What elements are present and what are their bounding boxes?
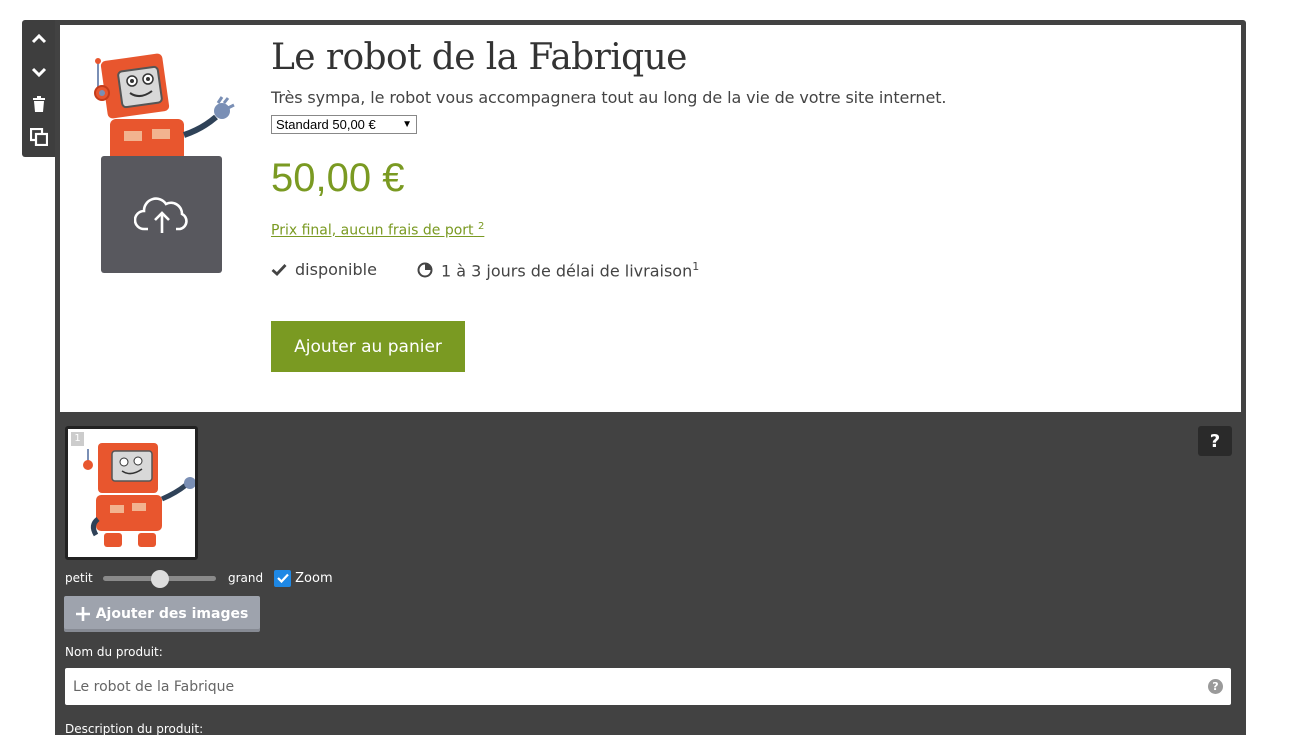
add-images-label: Ajouter des images: [95, 606, 249, 622]
image-size-slider[interactable]: [103, 568, 216, 588]
block-toolbar: [22, 20, 56, 157]
product-title: Le robot de la Fabrique: [271, 37, 687, 78]
image-thumbnail[interactable]: 1: [65, 426, 198, 560]
shipping-footnote: 2: [477, 221, 485, 232]
product-price: 50,00 €: [271, 156, 405, 200]
image-size-control: petit grand Zoom: [65, 568, 333, 588]
move-down-button[interactable]: [22, 57, 56, 87]
upload-image-overlay[interactable]: [101, 156, 222, 273]
zoom-checkbox[interactable]: [274, 569, 292, 587]
thumbnail-index-badge: 1: [71, 432, 84, 446]
checkmark-icon: [276, 573, 289, 583]
checkmark-icon: [271, 264, 287, 276]
product-name-value: Le robot de la Fabrique: [73, 678, 235, 695]
chevron-down-icon: [31, 67, 47, 78]
product-block-editor: Le robot de la Fabrique Très sympa, le r…: [55, 20, 1246, 736]
delivery-text: 1 à 3 jours de délai de livraison: [441, 261, 693, 281]
variant-select-value: Standard 50,00 €: [276, 117, 376, 132]
clock-icon: [417, 262, 433, 278]
product-name-label: Nom du produit:: [65, 645, 163, 659]
slider-knob[interactable]: [151, 570, 169, 588]
chevron-up-icon: [31, 33, 47, 44]
duplicate-block-button[interactable]: [22, 122, 56, 152]
delete-block-button[interactable]: [22, 89, 56, 119]
size-small-label: petit: [65, 571, 93, 585]
shipping-info-text: Prix final, aucun frais de port: [271, 222, 474, 239]
product-name-input[interactable]: Le robot de la Fabrique ?: [65, 668, 1231, 705]
product-preview: Le robot de la Fabrique Très sympa, le r…: [60, 25, 1241, 412]
availability-text: disponible: [295, 260, 377, 279]
zoom-label: Zoom: [295, 570, 333, 586]
product-description-label: Description du produit:: [65, 722, 204, 736]
availability-status: disponible: [271, 260, 377, 279]
plus-icon: [75, 607, 90, 621]
product-description: Très sympa, le robot vous accompagnera t…: [271, 88, 947, 107]
variant-select[interactable]: Standard 50,00 € ▼: [271, 115, 417, 134]
dropdown-arrow-icon: ▼: [402, 119, 412, 130]
move-up-button[interactable]: [22, 24, 56, 54]
size-large-label: grand: [228, 571, 264, 585]
question-icon[interactable]: ?: [1208, 679, 1223, 694]
trash-icon: [33, 96, 45, 112]
add-images-button[interactable]: Ajouter des images: [64, 596, 260, 632]
delivery-footnote: 1: [692, 260, 700, 273]
help-button[interactable]: ?: [1198, 426, 1232, 456]
robot-product-image: [94, 53, 235, 171]
cloud-upload-icon: [133, 196, 188, 233]
add-to-cart-button[interactable]: Ajouter au panier: [271, 321, 465, 372]
duplicate-icon: [30, 128, 48, 146]
robot-thumbnail-image: [83, 443, 196, 547]
shipping-info-link[interactable]: Prix final, aucun frais de port 2: [271, 221, 484, 239]
delivery-time: 1 à 3 jours de délai de livraison1: [417, 260, 699, 280]
